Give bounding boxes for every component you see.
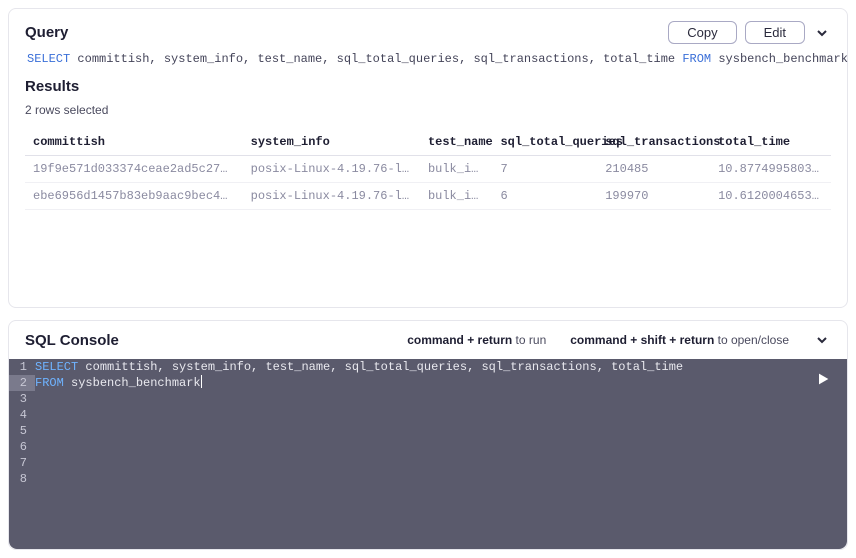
line-code[interactable] <box>35 471 805 487</box>
cell-committish: ebe6956d1457b83eb9aac9bec4bae1596f63f26… <box>25 183 243 210</box>
col-committish[interactable]: committish <box>25 129 243 156</box>
table-row[interactable]: 19f9e571d033374ceae2ad5c277b9cfe905cdd6…… <box>25 156 831 183</box>
code-text: committish, system_info, test_name, sql_… <box>78 360 683 374</box>
cell-test_name: bulk_insert <box>420 156 493 183</box>
query-header: Query Copy Edit <box>25 21 831 44</box>
line-code[interactable]: FROM sysbench_benchmark <box>35 375 805 391</box>
chevron-down-icon[interactable] <box>813 331 831 349</box>
sql-editor[interactable]: 1SELECT committish, system_info, test_na… <box>9 359 847 549</box>
line-code[interactable] <box>35 407 805 423</box>
line-number: 7 <box>9 455 35 471</box>
console-header: SQL Console command + return to run comm… <box>9 321 847 359</box>
editor-line[interactable]: 5 <box>9 423 805 439</box>
line-code[interactable]: SELECT committish, system_info, test_nam… <box>35 359 805 375</box>
line-code[interactable] <box>35 455 805 471</box>
line-number: 6 <box>9 439 35 455</box>
col-total-time[interactable]: total_time <box>710 129 831 156</box>
cell-sql_transactions: 210485 <box>597 156 710 183</box>
hint-toggle: command + shift + return to open/close <box>570 333 789 347</box>
line-number: 1 <box>9 359 35 375</box>
col-sql-total-queries[interactable]: sql_total_queries <box>492 129 597 156</box>
cell-test_name: bulk_insert <box>420 183 493 210</box>
cursor <box>201 375 202 388</box>
cell-total_time: 10.612000465393066 <box>710 183 831 210</box>
hint-toggle-shortcut: command + shift + return <box>570 333 714 347</box>
keyword: FROM <box>35 376 64 390</box>
line-number: 2 <box>9 375 35 391</box>
query-panel: Query Copy Edit SELECT committish, syste… <box>8 8 848 308</box>
run-icon[interactable] <box>815 371 833 389</box>
hint-run-rest: to run <box>512 333 546 347</box>
editor-line[interactable]: 6 <box>9 439 805 455</box>
query-columns: committish, system_info, test_name, sql_… <box>70 52 682 66</box>
line-number: 8 <box>9 471 35 487</box>
hint-toggle-rest: to open/close <box>714 333 789 347</box>
query-table: sysbench_benchmark <box>711 52 848 66</box>
editor-line[interactable]: 3 <box>9 391 805 407</box>
results-table: committish system_info test_name sql_tot… <box>25 129 831 210</box>
col-system-info[interactable]: system_info <box>243 129 420 156</box>
results-table-wrap: committish system_info test_name sql_tot… <box>25 129 831 299</box>
line-code[interactable] <box>35 391 805 407</box>
col-test-name[interactable]: test_name <box>420 129 493 156</box>
col-sql-transactions[interactable]: sql_transactions <box>597 129 710 156</box>
editor-line[interactable]: 7 <box>9 455 805 471</box>
editor-line[interactable]: 8 <box>9 471 805 487</box>
cell-sql_total_queries: 7 <box>492 156 597 183</box>
query-title: Query <box>25 24 68 41</box>
rows-selected-label: 2 rows selected <box>25 103 831 117</box>
cell-committish: 19f9e571d033374ceae2ad5c277b9cfe905cdd6… <box>25 156 243 183</box>
line-number: 4 <box>9 407 35 423</box>
code-text: sysbench_benchmark <box>64 376 201 390</box>
console-hints: command + return to run command + shift … <box>407 331 831 349</box>
edit-button[interactable]: Edit <box>745 21 805 44</box>
query-actions: Copy Edit <box>668 21 831 44</box>
results-title: Results <box>25 78 831 95</box>
line-number: 3 <box>9 391 35 407</box>
editor-line[interactable]: 1SELECT committish, system_info, test_na… <box>9 359 805 375</box>
console-title: SQL Console <box>25 332 119 349</box>
table-row[interactable]: ebe6956d1457b83eb9aac9bec4bae1596f63f26…… <box>25 183 831 210</box>
cell-system_info: posix-Linux-4.19.76-linuxkit <box>243 183 420 210</box>
line-number: 5 <box>9 423 35 439</box>
hint-run: command + return to run <box>407 333 546 347</box>
hint-run-shortcut: command + return <box>407 333 512 347</box>
table-header: committish system_info test_name sql_tot… <box>25 129 831 156</box>
line-code[interactable] <box>35 439 805 455</box>
cell-sql_total_queries: 6 <box>492 183 597 210</box>
editor-line[interactable]: 2FROM sysbench_benchmark <box>9 375 805 391</box>
cell-total_time: 10.8774995803833 <box>710 156 831 183</box>
line-code[interactable] <box>35 423 805 439</box>
sql-console-panel: SQL Console command + return to run comm… <box>8 320 848 550</box>
copy-button[interactable]: Copy <box>668 21 736 44</box>
editor-line[interactable]: 4 <box>9 407 805 423</box>
select-keyword: SELECT <box>27 52 70 66</box>
cell-sql_transactions: 199970 <box>597 183 710 210</box>
query-sql: SELECT committish, system_info, test_nam… <box>27 52 829 66</box>
cell-system_info: posix-Linux-4.19.76-linuxkit <box>243 156 420 183</box>
from-keyword: FROM <box>682 52 711 66</box>
chevron-down-icon[interactable] <box>813 24 831 42</box>
keyword: SELECT <box>35 360 78 374</box>
